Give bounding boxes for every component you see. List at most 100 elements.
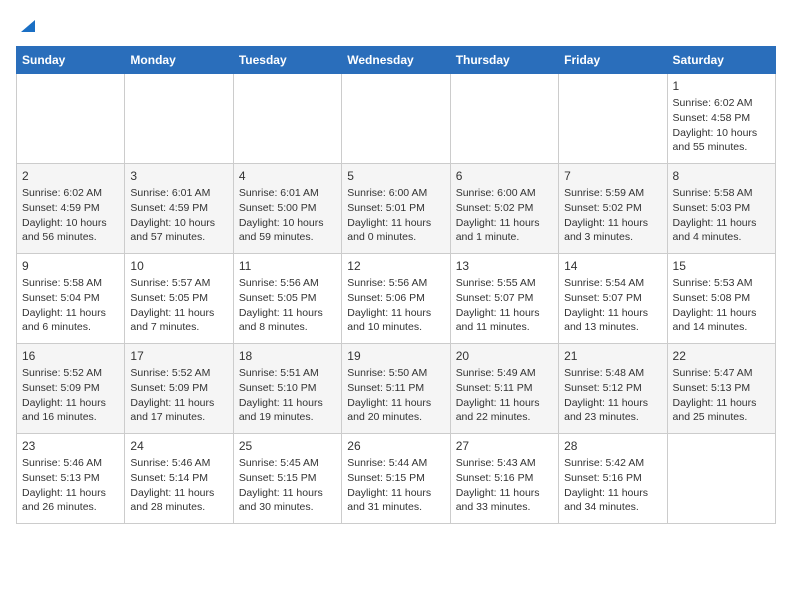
day-number: 13 bbox=[456, 258, 553, 275]
calendar-cell: 27Sunrise: 5:43 AM Sunset: 5:16 PM Dayli… bbox=[450, 433, 558, 523]
weekday-header-sunday: Sunday bbox=[17, 46, 125, 73]
calendar-week-row: 23Sunrise: 5:46 AM Sunset: 5:13 PM Dayli… bbox=[17, 433, 776, 523]
day-number: 22 bbox=[673, 348, 770, 365]
day-info: Sunrise: 5:48 AM Sunset: 5:12 PM Dayligh… bbox=[564, 366, 661, 425]
day-number: 17 bbox=[130, 348, 227, 365]
calendar-cell: 15Sunrise: 5:53 AM Sunset: 5:08 PM Dayli… bbox=[667, 253, 775, 343]
calendar-cell: 21Sunrise: 5:48 AM Sunset: 5:12 PM Dayli… bbox=[559, 343, 667, 433]
calendar-cell bbox=[17, 73, 125, 163]
page-header bbox=[16, 16, 776, 38]
calendar-cell bbox=[667, 433, 775, 523]
day-info: Sunrise: 5:46 AM Sunset: 5:13 PM Dayligh… bbox=[22, 456, 119, 515]
calendar-cell bbox=[342, 73, 450, 163]
day-number: 23 bbox=[22, 438, 119, 455]
day-info: Sunrise: 6:00 AM Sunset: 5:01 PM Dayligh… bbox=[347, 186, 444, 245]
day-number: 15 bbox=[673, 258, 770, 275]
day-info: Sunrise: 5:57 AM Sunset: 5:05 PM Dayligh… bbox=[130, 276, 227, 335]
calendar-week-row: 9Sunrise: 5:58 AM Sunset: 5:04 PM Daylig… bbox=[17, 253, 776, 343]
day-info: Sunrise: 5:58 AM Sunset: 5:03 PM Dayligh… bbox=[673, 186, 770, 245]
day-number: 26 bbox=[347, 438, 444, 455]
day-number: 24 bbox=[130, 438, 227, 455]
day-number: 14 bbox=[564, 258, 661, 275]
calendar-cell: 16Sunrise: 5:52 AM Sunset: 5:09 PM Dayli… bbox=[17, 343, 125, 433]
calendar-cell: 14Sunrise: 5:54 AM Sunset: 5:07 PM Dayli… bbox=[559, 253, 667, 343]
day-number: 4 bbox=[239, 168, 336, 185]
day-info: Sunrise: 5:54 AM Sunset: 5:07 PM Dayligh… bbox=[564, 276, 661, 335]
day-number: 9 bbox=[22, 258, 119, 275]
day-number: 11 bbox=[239, 258, 336, 275]
day-info: Sunrise: 5:59 AM Sunset: 5:02 PM Dayligh… bbox=[564, 186, 661, 245]
day-info: Sunrise: 5:49 AM Sunset: 5:11 PM Dayligh… bbox=[456, 366, 553, 425]
weekday-header-row: SundayMondayTuesdayWednesdayThursdayFrid… bbox=[17, 46, 776, 73]
calendar-cell: 7Sunrise: 5:59 AM Sunset: 5:02 PM Daylig… bbox=[559, 163, 667, 253]
calendar-cell: 12Sunrise: 5:56 AM Sunset: 5:06 PM Dayli… bbox=[342, 253, 450, 343]
calendar-cell: 9Sunrise: 5:58 AM Sunset: 5:04 PM Daylig… bbox=[17, 253, 125, 343]
day-info: Sunrise: 5:51 AM Sunset: 5:10 PM Dayligh… bbox=[239, 366, 336, 425]
calendar-cell bbox=[233, 73, 341, 163]
logo bbox=[16, 16, 35, 38]
weekday-header-wednesday: Wednesday bbox=[342, 46, 450, 73]
day-number: 12 bbox=[347, 258, 444, 275]
calendar-table: SundayMondayTuesdayWednesdayThursdayFrid… bbox=[16, 46, 776, 524]
day-info: Sunrise: 6:02 AM Sunset: 4:58 PM Dayligh… bbox=[673, 96, 770, 155]
day-number: 25 bbox=[239, 438, 336, 455]
day-info: Sunrise: 5:47 AM Sunset: 5:13 PM Dayligh… bbox=[673, 366, 770, 425]
day-info: Sunrise: 6:00 AM Sunset: 5:02 PM Dayligh… bbox=[456, 186, 553, 245]
calendar-cell: 13Sunrise: 5:55 AM Sunset: 5:07 PM Dayli… bbox=[450, 253, 558, 343]
calendar-cell bbox=[125, 73, 233, 163]
day-number: 27 bbox=[456, 438, 553, 455]
calendar-cell bbox=[559, 73, 667, 163]
day-info: Sunrise: 5:53 AM Sunset: 5:08 PM Dayligh… bbox=[673, 276, 770, 335]
day-number: 2 bbox=[22, 168, 119, 185]
calendar-week-row: 2Sunrise: 6:02 AM Sunset: 4:59 PM Daylig… bbox=[17, 163, 776, 253]
day-number: 6 bbox=[456, 168, 553, 185]
day-info: Sunrise: 5:50 AM Sunset: 5:11 PM Dayligh… bbox=[347, 366, 444, 425]
weekday-header-friday: Friday bbox=[559, 46, 667, 73]
calendar-cell: 24Sunrise: 5:46 AM Sunset: 5:14 PM Dayli… bbox=[125, 433, 233, 523]
calendar-cell: 6Sunrise: 6:00 AM Sunset: 5:02 PM Daylig… bbox=[450, 163, 558, 253]
calendar-cell: 20Sunrise: 5:49 AM Sunset: 5:11 PM Dayli… bbox=[450, 343, 558, 433]
calendar-week-row: 16Sunrise: 5:52 AM Sunset: 5:09 PM Dayli… bbox=[17, 343, 776, 433]
day-number: 1 bbox=[673, 78, 770, 95]
weekday-header-saturday: Saturday bbox=[667, 46, 775, 73]
day-info: Sunrise: 5:55 AM Sunset: 5:07 PM Dayligh… bbox=[456, 276, 553, 335]
calendar-cell: 25Sunrise: 5:45 AM Sunset: 5:15 PM Dayli… bbox=[233, 433, 341, 523]
day-info: Sunrise: 5:56 AM Sunset: 5:05 PM Dayligh… bbox=[239, 276, 336, 335]
logo-triangle-icon bbox=[17, 16, 35, 34]
calendar-cell: 11Sunrise: 5:56 AM Sunset: 5:05 PM Dayli… bbox=[233, 253, 341, 343]
calendar-cell: 4Sunrise: 6:01 AM Sunset: 5:00 PM Daylig… bbox=[233, 163, 341, 253]
calendar-cell: 10Sunrise: 5:57 AM Sunset: 5:05 PM Dayli… bbox=[125, 253, 233, 343]
day-info: Sunrise: 5:52 AM Sunset: 5:09 PM Dayligh… bbox=[22, 366, 119, 425]
day-number: 8 bbox=[673, 168, 770, 185]
calendar-cell: 23Sunrise: 5:46 AM Sunset: 5:13 PM Dayli… bbox=[17, 433, 125, 523]
calendar-cell bbox=[450, 73, 558, 163]
day-number: 18 bbox=[239, 348, 336, 365]
day-info: Sunrise: 6:01 AM Sunset: 4:59 PM Dayligh… bbox=[130, 186, 227, 245]
weekday-header-tuesday: Tuesday bbox=[233, 46, 341, 73]
calendar-cell: 28Sunrise: 5:42 AM Sunset: 5:16 PM Dayli… bbox=[559, 433, 667, 523]
calendar-cell: 17Sunrise: 5:52 AM Sunset: 5:09 PM Dayli… bbox=[125, 343, 233, 433]
calendar-cell: 22Sunrise: 5:47 AM Sunset: 5:13 PM Dayli… bbox=[667, 343, 775, 433]
day-info: Sunrise: 5:42 AM Sunset: 5:16 PM Dayligh… bbox=[564, 456, 661, 515]
calendar-cell: 3Sunrise: 6:01 AM Sunset: 4:59 PM Daylig… bbox=[125, 163, 233, 253]
day-number: 3 bbox=[130, 168, 227, 185]
day-number: 28 bbox=[564, 438, 661, 455]
day-info: Sunrise: 5:43 AM Sunset: 5:16 PM Dayligh… bbox=[456, 456, 553, 515]
day-info: Sunrise: 5:56 AM Sunset: 5:06 PM Dayligh… bbox=[347, 276, 444, 335]
calendar-cell: 1Sunrise: 6:02 AM Sunset: 4:58 PM Daylig… bbox=[667, 73, 775, 163]
calendar-cell: 5Sunrise: 6:00 AM Sunset: 5:01 PM Daylig… bbox=[342, 163, 450, 253]
day-info: Sunrise: 6:02 AM Sunset: 4:59 PM Dayligh… bbox=[22, 186, 119, 245]
day-number: 19 bbox=[347, 348, 444, 365]
calendar-cell: 19Sunrise: 5:50 AM Sunset: 5:11 PM Dayli… bbox=[342, 343, 450, 433]
weekday-header-thursday: Thursday bbox=[450, 46, 558, 73]
day-number: 21 bbox=[564, 348, 661, 365]
day-info: Sunrise: 5:44 AM Sunset: 5:15 PM Dayligh… bbox=[347, 456, 444, 515]
day-info: Sunrise: 5:52 AM Sunset: 5:09 PM Dayligh… bbox=[130, 366, 227, 425]
day-number: 10 bbox=[130, 258, 227, 275]
day-number: 20 bbox=[456, 348, 553, 365]
day-number: 5 bbox=[347, 168, 444, 185]
calendar-cell: 2Sunrise: 6:02 AM Sunset: 4:59 PM Daylig… bbox=[17, 163, 125, 253]
day-info: Sunrise: 5:46 AM Sunset: 5:14 PM Dayligh… bbox=[130, 456, 227, 515]
day-info: Sunrise: 6:01 AM Sunset: 5:00 PM Dayligh… bbox=[239, 186, 336, 245]
day-info: Sunrise: 5:45 AM Sunset: 5:15 PM Dayligh… bbox=[239, 456, 336, 515]
